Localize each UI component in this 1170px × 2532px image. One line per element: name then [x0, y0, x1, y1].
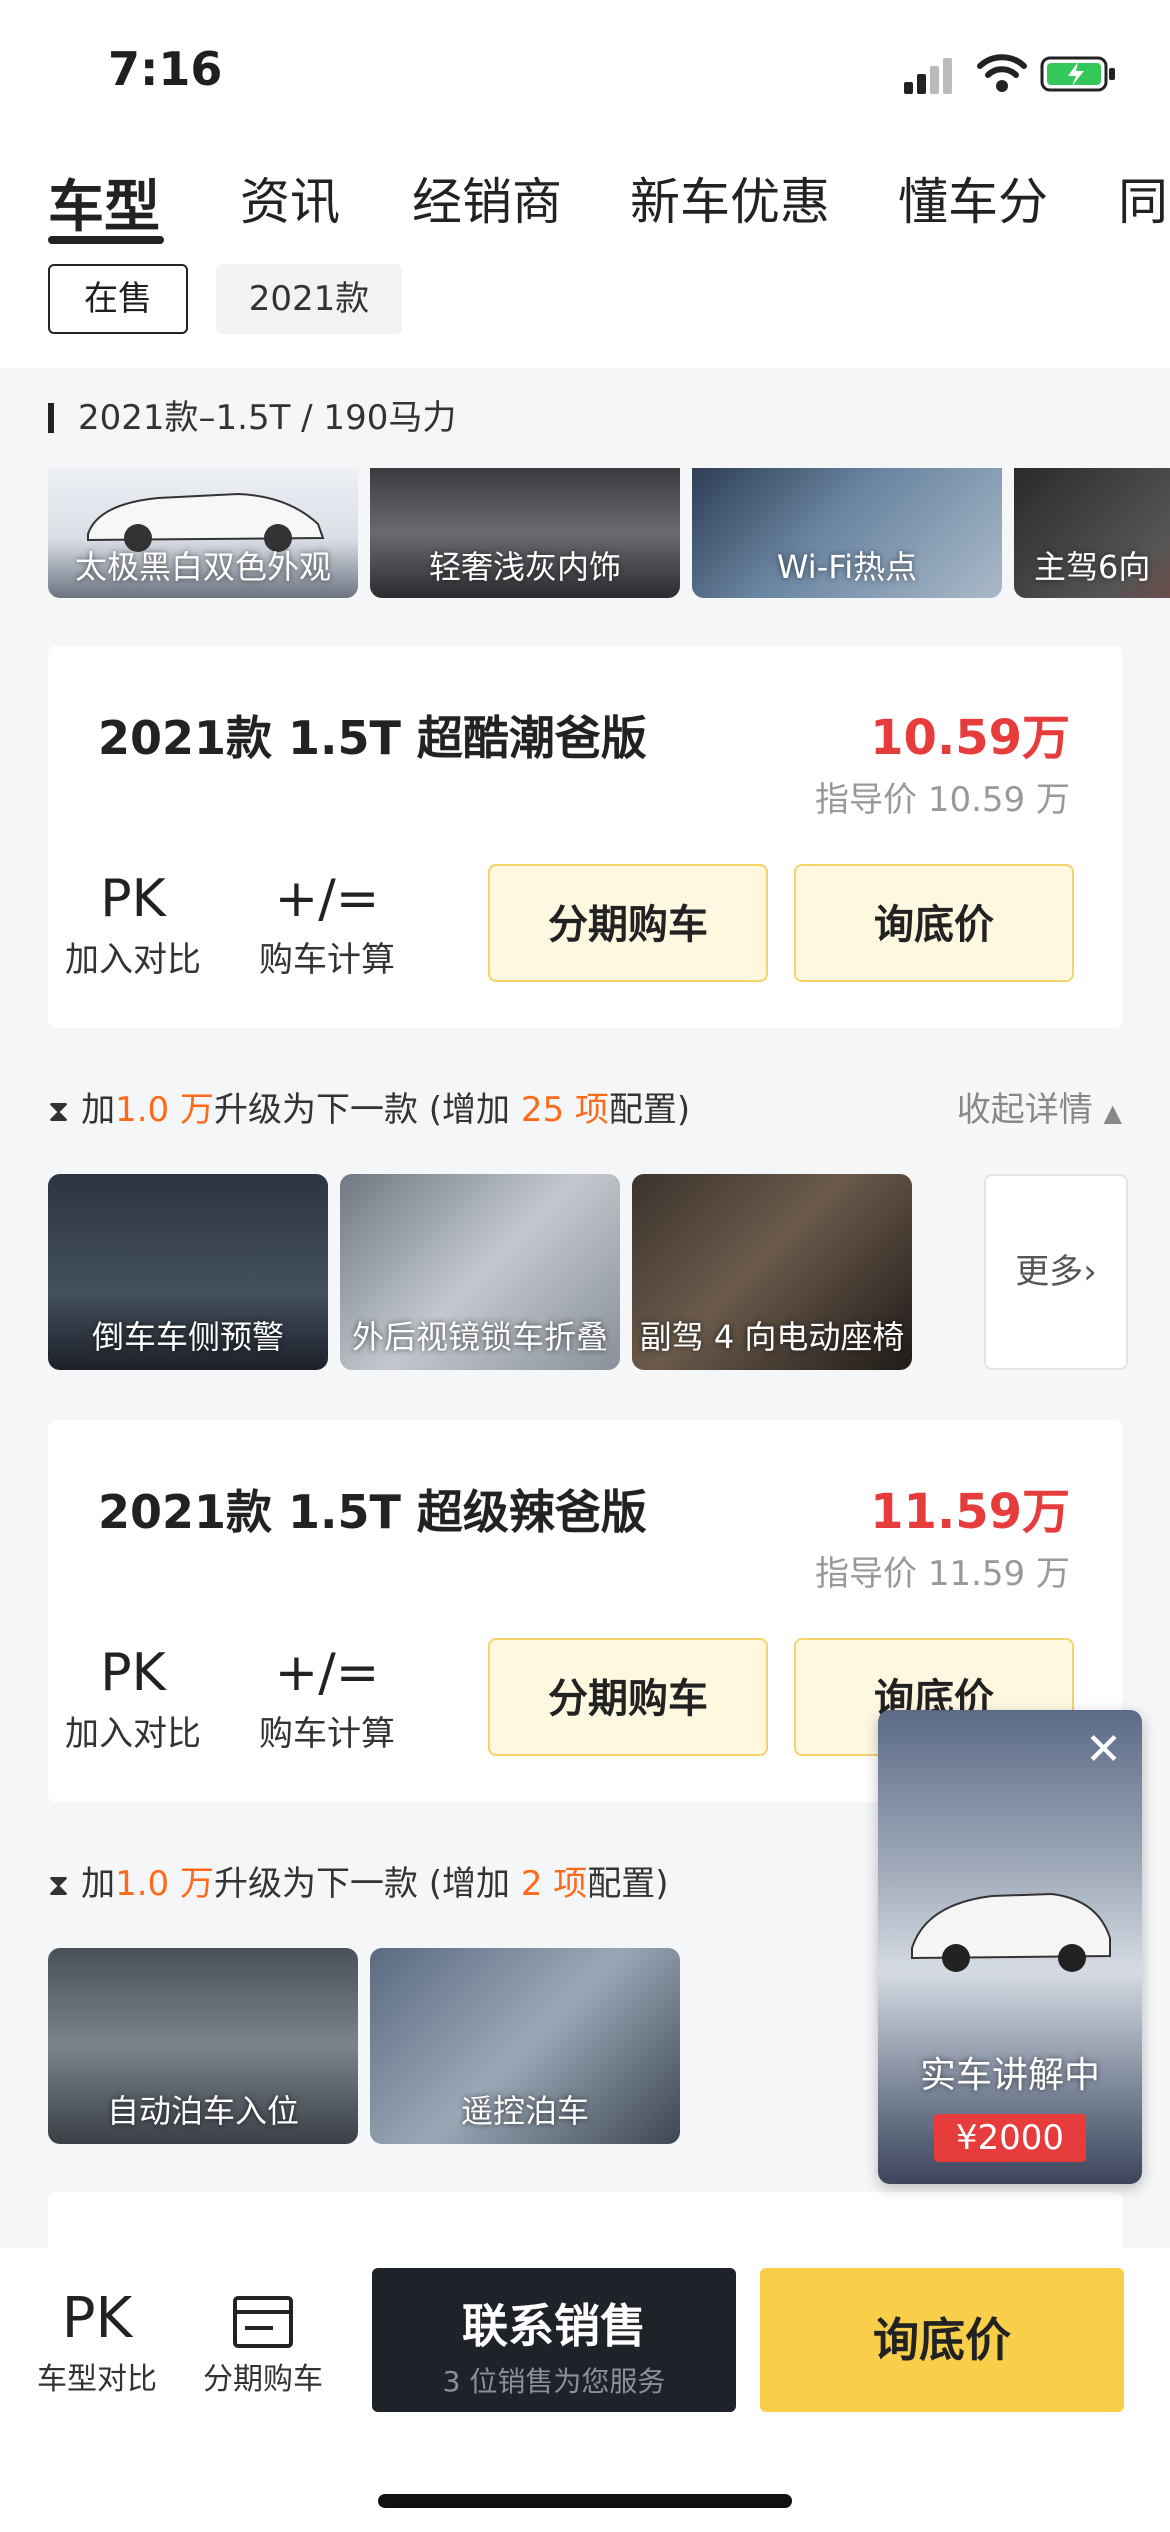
live-status-text: 实车讲解中 [919, 2055, 1100, 2096]
upgrade-hint: ⧗ 加1.0 万升级为下一款 (增加 25 项配置) [48, 1082, 690, 1131]
add-compare-button[interactable]: PK 加入对比 [48, 1640, 218, 1755]
tab-new-car-deals[interactable]: 新车优惠 [630, 162, 830, 234]
installment-button[interactable]: 分期购车 [488, 1638, 768, 1756]
car-preview-illustration [911, 1892, 1111, 1972]
top-tab-bar: 车型 资讯 经销商 新车优惠 懂车分 同系 [0, 140, 1170, 250]
highlight-photo-strip: 太极黑白双色外观 轻奢浅灰内饰 Wi-Fi热点 主驾6向 [0, 468, 1170, 600]
status-bar: 7:16 [0, 0, 1170, 140]
upgrade-hint: ⧗ 加1.0 万升级为下一款 (增加 2 项配置) [48, 1856, 669, 1905]
feature-label: 遥控泊车 [460, 2092, 589, 2130]
installment-label: 分期购车 [203, 2362, 323, 2397]
cellular-signal-icon [904, 58, 952, 94]
feature-label: 外后视镜锁车折叠 [351, 1318, 608, 1356]
upgrade-text: 升级为下一款 (增加 [213, 1090, 511, 1130]
upgrade-feature-strip: 倒车车侧预警 外后视镜锁车折叠 副驾 4 向电动座椅 更多› [0, 1174, 1170, 1374]
calculator-label: 购车计算 [259, 1714, 395, 1754]
filter-bar: 在售 2021款 [0, 250, 1170, 368]
installment-button[interactable]: 分期购车 [488, 864, 768, 982]
battery-charging-icon [1040, 56, 1115, 92]
feature-label: 副驾 4 向电动座椅 [639, 1318, 905, 1356]
compare-label: 车型对比 [37, 2362, 157, 2397]
section-title: 2021款–1.5T / 190马力 [78, 398, 457, 438]
purchase-calculator-button[interactable]: +/= 购车计算 [242, 1640, 412, 1755]
photo-label: 太极黑白双色外观 [74, 548, 331, 586]
feature-tile[interactable]: 遥控泊车 [370, 1948, 680, 2144]
trim-name: 2021款 1.5T 超级辣爸版 [98, 1485, 647, 1539]
trim-price: 10.59万 [870, 710, 1070, 766]
guide-price: 指导价 11.59 万 [815, 1554, 1070, 1594]
feature-tile[interactable]: 副驾 4 向电动座椅 [632, 1174, 912, 1370]
inquiry-price-button[interactable]: 询底价 [794, 864, 1074, 982]
upgrade-amount: 1.0 万 [115, 1090, 214, 1130]
triangle-up-icon: ▲ [1103, 1099, 1122, 1127]
pk-icon: PK [100, 869, 166, 929]
upgrade-amount: 1.0 万 [115, 1864, 214, 1904]
contact-sales-button[interactable]: 联系销售 3 位销售为您服务 [372, 2268, 736, 2412]
photo-interior[interactable]: 轻奢浅灰内饰 [370, 468, 680, 598]
photo-label: 主驾6向 [1034, 548, 1151, 586]
calculator-icon: +/= [274, 1643, 380, 1703]
upgrade-prefix: 加 [81, 1090, 116, 1130]
calculator-icon: +/= [274, 869, 380, 929]
collapse-details-button[interactable]: 收起详情 ▲ [957, 1082, 1122, 1131]
upgrade-arrows-icon: ⧗ [48, 1094, 70, 1129]
photo-exterior[interactable]: 太极黑白双色外观 [48, 468, 358, 598]
bottom-action-bar: PK 车型对比 分期购车 联系销售 3 位销售为您服务 询底价 [0, 2248, 1170, 2532]
guide-price: 指导价 10.59 万 [815, 780, 1070, 820]
inquiry-price-main-button[interactable]: 询底价 [760, 2268, 1124, 2412]
live-explanation-video[interactable]: ✕ 实车讲解中 ¥2000 [878, 1710, 1142, 2184]
tab-models[interactable]: 车型 [48, 162, 160, 243]
tab-dongche-score[interactable]: 懂车分 [898, 162, 1048, 234]
photo-driver-seat[interactable]: 主驾6向 [1014, 468, 1170, 598]
sales-count-text: 3 位销售为您服务 [442, 2365, 666, 2398]
section-marker [48, 403, 54, 433]
upgrade-count: 2 项 [520, 1864, 588, 1904]
car-trim-card: 2021款 1.5T 超酷潮爸版 10.59万 指导价 10.59 万 PK 加… [48, 646, 1122, 1028]
upgrade-text: 升级为下一款 (增加 [213, 1864, 511, 1904]
upgrade-arrows-icon: ⧗ [48, 1868, 70, 1903]
tab-news[interactable]: 资讯 [240, 162, 340, 234]
installment-card-icon [188, 2284, 338, 2354]
upgrade-prefix: 加 [81, 1864, 116, 1904]
engine-section-heading: 2021款–1.5T / 190马力 [48, 390, 456, 439]
add-compare-label: 加入对比 [65, 1714, 201, 1754]
home-indicator [378, 2494, 792, 2508]
feature-tile[interactable]: 倒车车侧预警 [48, 1174, 328, 1370]
purchase-calculator-button[interactable]: +/= 购车计算 [242, 866, 412, 981]
pk-icon: PK [61, 2286, 133, 2351]
feature-label: 倒车车侧预警 [91, 1318, 284, 1356]
trim-name: 2021款 1.5T 超酷潮爸版 [98, 711, 647, 765]
more-label: 更多 [1015, 1252, 1084, 1292]
upgrade-count: 25 项 [520, 1090, 609, 1130]
add-compare-label: 加入对比 [65, 940, 201, 980]
live-price-badge: ¥2000 [934, 2114, 1086, 2162]
feature-tile[interactable]: 自动泊车入位 [48, 1948, 358, 2144]
tab-same-series[interactable]: 同系 [1118, 162, 1170, 234]
close-icon[interactable]: ✕ [1085, 1724, 1122, 1775]
upgrade-suffix: 配置) [608, 1090, 691, 1130]
filter-on-sale[interactable]: 在售 [48, 264, 188, 334]
feature-label: 自动泊车入位 [106, 2092, 299, 2130]
compare-models-button[interactable]: PK 车型对比 [22, 2284, 172, 2398]
calculator-label: 购车计算 [259, 940, 395, 980]
add-compare-button[interactable]: PK 加入对比 [48, 866, 218, 981]
installment-purchase-button[interactable]: 分期购车 [188, 2284, 338, 2398]
photo-wifi-hotspot[interactable]: Wi-Fi热点 [692, 468, 1002, 598]
pk-icon: PK [100, 1643, 166, 1703]
tab-dealers[interactable]: 经销商 [412, 162, 562, 234]
collapse-label: 收起详情 [956, 1090, 1093, 1130]
contact-sales-label: 联系销售 [462, 2299, 646, 2353]
trim-price: 11.59万 [870, 1484, 1070, 1540]
wifi-icon [977, 54, 1027, 92]
photo-label: Wi-Fi热点 [776, 548, 918, 586]
filter-year-2021[interactable]: 2021款 [216, 264, 402, 334]
photo-label: 轻奢浅灰内饰 [428, 548, 621, 586]
upgrade-suffix: 配置) [587, 1864, 669, 1904]
feature-tile[interactable]: 外后视镜锁车折叠 [340, 1174, 620, 1370]
status-time: 7:16 [108, 42, 223, 96]
chevron-right-icon: › [1083, 1252, 1097, 1292]
active-tab-indicator [48, 236, 164, 244]
more-features-button[interactable]: 更多› [984, 1174, 1128, 1370]
